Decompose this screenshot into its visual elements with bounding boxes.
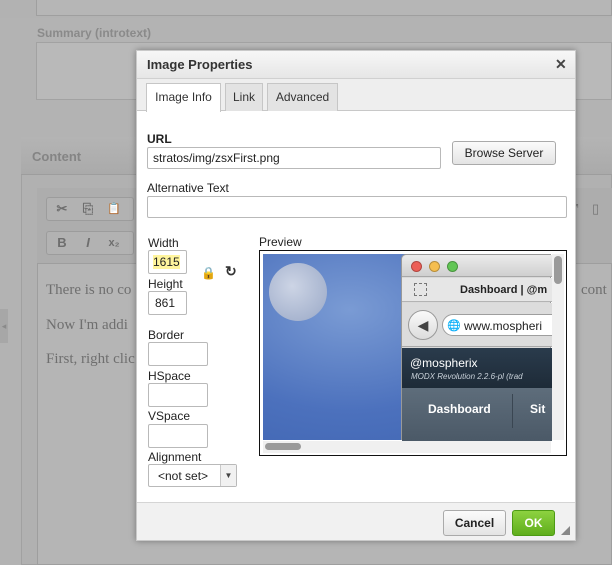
dialog-header: Image Properties ✕ <box>137 51 575 79</box>
tab-image-info[interactable]: Image Info <box>146 83 221 112</box>
close-icon[interactable]: ✕ <box>555 56 567 73</box>
url-label: URL <box>147 132 172 146</box>
favicon-placeholder-icon <box>414 283 427 296</box>
border-input[interactable] <box>148 342 208 366</box>
hspace-label: HSpace <box>148 369 191 383</box>
browser-titlebar <box>402 255 552 277</box>
cut-icon: ✂ <box>56 201 68 216</box>
preview-horizontal-scrollbar[interactable] <box>263 441 551 453</box>
summary-label: Summary (introtext) <box>37 26 152 40</box>
modx-nav-item: Sit <box>530 402 546 416</box>
tab-advanced[interactable]: Advanced <box>267 83 338 111</box>
modx-nav-divider <box>512 394 513 428</box>
browser-url-row: ◀ 🌐 www.mospheri <box>402 303 554 347</box>
modx-brand: @mospherix <box>410 356 478 370</box>
content-paragraph: Now I'm addi <box>46 317 128 333</box>
tab-link[interactable]: Link <box>225 83 263 111</box>
scroll-thumb[interactable] <box>554 256 562 284</box>
cancel-button[interactable]: Cancel <box>443 510 506 536</box>
minimize-dot-icon <box>429 261 440 272</box>
resize-grip-icon[interactable] <box>561 526 570 535</box>
width-input[interactable]: 1615 <box>148 250 187 274</box>
alignment-label: Alignment <box>148 450 202 464</box>
vspace-input[interactable] <box>148 424 208 448</box>
content-label: Content <box>32 149 82 164</box>
preview-browser-window: Dashboard | @m ◀ 🌐 www.mospheri @mospher… <box>401 254 554 441</box>
zoom-dot-icon <box>447 261 458 272</box>
paste-icon: 📋 <box>107 203 121 215</box>
dialog-title: Image Properties <box>147 57 253 72</box>
width-value: 1615 <box>153 255 180 269</box>
modx-nav-item: Dashboard <box>428 402 491 416</box>
url-input[interactable]: stratos/img/zsxFirst.png <box>147 147 441 169</box>
copy-icon: ⎘ <box>82 201 94 216</box>
blocks-icon: ▯ <box>592 201 600 216</box>
browser-tab-row: Dashboard | @m <box>402 278 552 302</box>
border-label: Border <box>148 328 185 342</box>
image-preview: Dashboard | @m ◀ 🌐 www.mospheri @mospher… <box>259 250 567 456</box>
alignment-selected-value: <not set> <box>158 469 209 483</box>
ok-button[interactable]: OK <box>512 510 555 536</box>
content-paragraph: First, right clic <box>46 351 135 367</box>
toolbar-group-clipboard: ✂ ⎘ 📋 <box>46 197 134 221</box>
browser-url-text: www.mospheri <box>464 319 543 333</box>
reset-size-icon[interactable]: ↻ <box>225 263 237 280</box>
moon-graphic <box>269 263 327 321</box>
dialog-footer: Cancel OK <box>137 502 575 540</box>
preview-vertical-scrollbar[interactable] <box>552 254 564 440</box>
modx-nav: Dashboard Sit <box>402 388 552 441</box>
lock-ratio-icon[interactable]: 🔒 <box>201 266 216 280</box>
alt-text-input[interactable] <box>147 196 567 218</box>
alignment-select[interactable]: <not set> ▼ <box>148 464 237 487</box>
globe-icon: 🌐 <box>447 320 461 332</box>
image-properties-dialog: Image Properties ✕ Image Info Link Advan… <box>136 50 576 541</box>
browser-url-field: 🌐 www.mospheri <box>442 314 554 336</box>
content-paragraph-tail: cont <box>581 282 607 298</box>
content-paragraph: There is no co <box>46 282 132 298</box>
height-input[interactable]: 861 <box>148 291 187 315</box>
back-arrow-icon: ◀ <box>408 310 438 340</box>
modx-version: MODX Revolution 2.2.6-pl (trad <box>411 372 523 381</box>
chevron-down-icon: ▼ <box>220 465 236 486</box>
browse-server-button[interactable]: Browse Server <box>452 141 556 165</box>
toolbar-group-format: B I x₂ <box>46 231 134 255</box>
hspace-input[interactable] <box>148 383 208 407</box>
bg-title-field <box>36 0 612 16</box>
height-label: Height <box>148 277 183 291</box>
close-dot-icon <box>411 261 422 272</box>
subscript-icon: x₂ <box>108 237 120 249</box>
browser-tab-title: Dashboard | @m <box>460 284 548 296</box>
italic-icon: I <box>86 235 90 250</box>
browser-page: @mospherix MODX Revolution 2.2.6-pl (tra… <box>402 348 552 441</box>
collapse-handle: ◂ <box>0 309 8 343</box>
preview-label: Preview <box>259 235 302 249</box>
width-label: Width <box>148 236 179 250</box>
vspace-label: VSpace <box>148 409 191 423</box>
alt-text-label: Alternative Text <box>147 181 229 195</box>
modx-header: @mospherix MODX Revolution 2.2.6-pl (tra… <box>402 348 552 388</box>
tabs-bar: Image Info Link Advanced <box>137 79 575 112</box>
bold-icon: B <box>57 235 67 250</box>
scroll-thumb[interactable] <box>265 443 301 450</box>
